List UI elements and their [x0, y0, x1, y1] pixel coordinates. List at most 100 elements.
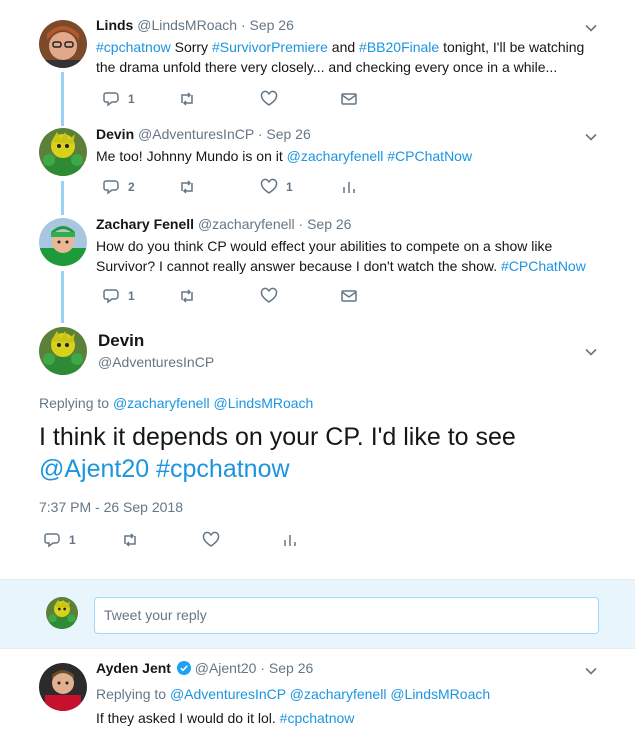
tweet-text: Me too! Johnny Mundo is on it @zacharyfe…: [96, 146, 606, 166]
main-tweet-text: I think it depends on your CP. I'd like …: [39, 421, 609, 485]
mention-link[interactable]: @zacharyfenell: [290, 686, 387, 702]
like-count: 1: [286, 180, 293, 194]
like-icon: [260, 90, 278, 108]
tweet[interactable]: Zachary Fenell @zacharyfenell · Sep 26 H…: [0, 205, 635, 320]
caret-down-icon[interactable]: [585, 22, 597, 34]
author-handle[interactable]: @zacharyfenell: [198, 216, 295, 232]
tweet-text-segment: How do you think CP would effect your ab…: [96, 238, 553, 274]
tweet-actions: 1: [96, 287, 396, 305]
tweet-actions: 2 1: [96, 178, 396, 196]
tweet[interactable]: Devin @AdventuresInCP · Sep 26 Me too! J…: [0, 115, 635, 205]
hashtag-link[interactable]: #cpchatnow: [96, 39, 171, 55]
retweet-button[interactable]: [121, 531, 139, 549]
tweet-actions: 1: [96, 90, 396, 108]
reply-count: 1: [128, 289, 135, 303]
reply-button[interactable]: 1: [43, 531, 76, 549]
author-handle[interactable]: @LindsMRoach: [137, 17, 237, 33]
tweet-text-segment: and: [327, 39, 360, 55]
replying-label: Replying to: [39, 395, 110, 411]
analytics-icon: [281, 531, 299, 549]
mention-link[interactable]: @zacharyfenell: [113, 395, 210, 411]
author-handle[interactable]: @AdventuresInCP: [138, 126, 254, 142]
tweet-actions: 1: [39, 531, 339, 549]
like-button[interactable]: 1: [260, 178, 293, 196]
author-name[interactable]: Linds: [96, 17, 133, 33]
like-icon: [260, 178, 278, 196]
caret-down-icon[interactable]: [585, 665, 597, 677]
mention-link[interactable]: @LindsMRoach: [214, 395, 314, 411]
hashtag-link[interactable]: #CPChatNow: [387, 148, 472, 164]
tweet-date[interactable]: Sep 26: [250, 17, 294, 33]
author-name[interactable]: Zachary Fenell: [96, 216, 194, 232]
avatar[interactable]: [39, 20, 87, 68]
retweet-icon: [178, 287, 196, 305]
replying-to: Replying to @zacharyfenell @LindsMRoach: [39, 395, 313, 411]
analytics-icon: [340, 178, 358, 196]
tweet[interactable]: Linds @LindsMRoach · Sep 26 #cpchatnow S…: [0, 0, 635, 115]
avatar[interactable]: [39, 218, 87, 266]
mention-link[interactable]: @AdventuresInCP: [170, 686, 286, 702]
mention-link[interactable]: @Ajent20: [39, 455, 149, 483]
like-button[interactable]: [202, 531, 220, 549]
retweet-icon: [121, 531, 139, 549]
reply-button[interactable]: 2: [102, 178, 135, 196]
tweet-text-plain: If they asked I would do it lol.: [96, 710, 276, 726]
tweet-date[interactable]: Sep 26: [307, 216, 351, 232]
hashtag-link[interactable]: #SurvivorPremiere: [212, 39, 328, 55]
tweet-text: If they asked I would do it lol. #cpchat…: [96, 708, 606, 728]
avatar[interactable]: [39, 128, 87, 176]
reply-count: 2: [128, 180, 135, 194]
author-name[interactable]: Devin: [98, 331, 144, 351]
author-handle[interactable]: @Ajent20: [195, 660, 257, 676]
replying-label: Replying to: [96, 686, 167, 702]
retweet-button[interactable]: [178, 178, 196, 196]
reply-button[interactable]: 1: [102, 90, 135, 108]
author-name[interactable]: Ayden Jent: [96, 660, 171, 676]
main-tweet-plain: I think it depends on your CP. I'd like …: [39, 423, 516, 451]
dm-icon: [340, 287, 358, 305]
my-avatar: [46, 597, 78, 629]
tweet[interactable]: Ayden Jent @Ajent20 · Sep 26 Replying to…: [0, 650, 635, 737]
reply-composer: Tweet your reply: [0, 579, 635, 649]
hashtag-link[interactable]: #BB20Finale: [359, 39, 439, 55]
hashtag-link[interactable]: #cpchatnow: [280, 710, 355, 726]
author-handle[interactable]: @AdventuresInCP: [98, 354, 214, 370]
caret-down-icon[interactable]: [585, 131, 597, 143]
hashtag-link[interactable]: #CPChatNow: [501, 258, 586, 274]
verified-icon: [176, 661, 191, 675]
retweet-button[interactable]: [178, 287, 196, 305]
tweet-timestamp[interactable]: 7:37 PM - 26 Sep 2018: [39, 499, 183, 515]
retweet-icon: [178, 178, 196, 196]
separator: ·: [260, 660, 265, 676]
avatar[interactable]: [39, 663, 87, 711]
like-button[interactable]: [260, 287, 278, 305]
author-name[interactable]: Devin: [96, 126, 134, 142]
reply-icon: [102, 90, 120, 108]
retweet-button[interactable]: [178, 90, 196, 108]
analytics-button[interactable]: [340, 178, 358, 196]
like-button[interactable]: [260, 90, 278, 108]
mention-link[interactable]: @LindsMRoach: [390, 686, 490, 702]
like-icon: [260, 287, 278, 305]
separator: ·: [240, 17, 246, 33]
avatar[interactable]: [39, 327, 87, 375]
analytics-button[interactable]: [281, 531, 299, 549]
hashtag-link[interactable]: #cpchatnow: [156, 455, 289, 483]
dm-button[interactable]: [340, 287, 358, 305]
dm-button[interactable]: [340, 90, 358, 108]
tweet-text: #cpchatnow Sorry #SurvivorPremiere and #…: [96, 37, 606, 77]
mention-link[interactable]: @zacharyfenell: [287, 148, 384, 164]
reply-icon: [102, 178, 120, 196]
tweet-date[interactable]: Sep 26: [266, 126, 310, 142]
reply-icon: [102, 287, 120, 305]
tweet-text-segment: Me too! Johnny Mundo is on it: [96, 148, 287, 164]
reply-count: 1: [128, 92, 135, 106]
tweet-date[interactable]: Sep 26: [269, 660, 313, 676]
tweet-text-segment: Sorry: [170, 39, 212, 55]
reply-input[interactable]: Tweet your reply: [94, 597, 599, 634]
reply-icon: [43, 531, 61, 549]
separator: ·: [257, 126, 263, 142]
caret-down-icon[interactable]: [585, 346, 597, 358]
dm-icon: [340, 90, 358, 108]
reply-button[interactable]: 1: [102, 287, 135, 305]
